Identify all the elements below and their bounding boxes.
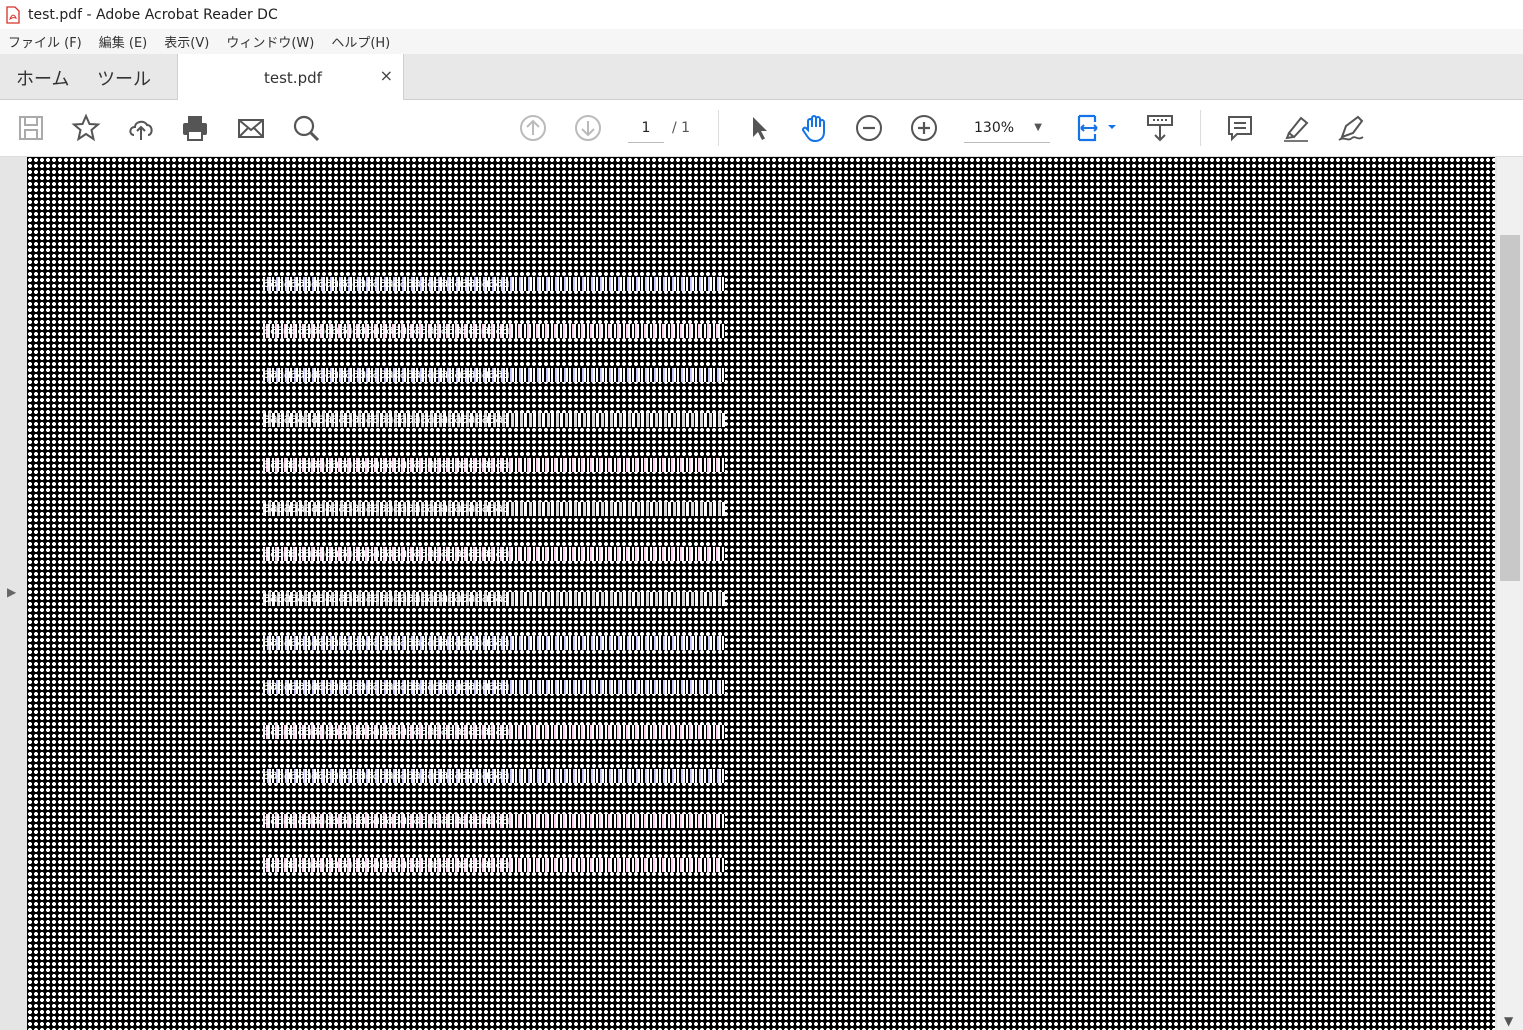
minus-circle-icon — [856, 115, 882, 141]
fill-sign-icon — [1338, 115, 1364, 141]
document-line: aaaaaaaaaaaaaaaaaaaaaaaaaaaaaaaaaaaa — [263, 636, 725, 650]
pdf-page[interactable]: aaaaaaaaaaaaaaaaaaaaaaaaaaaaaaaaaaaa aaa… — [27, 157, 1495, 1030]
chevron-down-icon: ▼ — [1034, 122, 1042, 133]
title-bar: test.pdf - Adobe Acrobat Reader DC — [0, 0, 1523, 29]
document-line: aaaaaaaaaaaaaaaaaaaaaaaaaaaaaaaaaaaa — [263, 458, 725, 472]
expand-left-panel-icon[interactable]: ▶ — [7, 585, 16, 599]
document-line: aaaaaaaaaaaaaaaaaaaaaaaaaaaaaaaaaaaa — [263, 814, 725, 828]
menu-edit[interactable]: 編集 (E) — [99, 32, 148, 51]
next-page-button[interactable] — [571, 111, 605, 145]
comment-icon — [1228, 116, 1252, 142]
tab-document[interactable]: test.pdf × — [177, 54, 404, 100]
window-title: test.pdf - Adobe Acrobat Reader DC — [28, 6, 278, 23]
tab-home[interactable]: ホーム — [16, 65, 69, 91]
scrollbar-thumb[interactable] — [1500, 235, 1520, 581]
save-button[interactable] — [14, 111, 48, 145]
toolbar: 1 / 1 130% ▼ — [0, 100, 1523, 157]
document-line: aaaaaaaaaaaaaaaaaaaaaaaaaaaaaaaaaaaa — [263, 368, 725, 382]
toolbar-divider — [718, 110, 719, 146]
previous-page-button[interactable] — [516, 111, 550, 145]
hand-icon — [802, 115, 825, 143]
document-line: aaaaaaaaaaaaaaaaaaaaaaaaaaaaaaaaaaaa — [263, 592, 725, 606]
page-total: / 1 — [672, 120, 691, 136]
tab-bar: ホーム ツール test.pdf × — [0, 54, 1523, 100]
document-viewer[interactable]: ▶ aaaaaaaaaaaaaaaaaaaaaaaaaaaaaaaaaaaa a… — [0, 157, 1523, 1030]
menu-view[interactable]: 表示(V) — [164, 32, 209, 51]
page-number-input[interactable]: 1 — [628, 114, 664, 143]
document-line: aaaaaaaaaaaaaaaaaaaaaaaaaaaaaaaaaaaa — [263, 547, 725, 561]
cursor-arrow-icon — [753, 117, 767, 140]
close-tab-icon[interactable]: × — [380, 66, 393, 85]
vertical-scrollbar[interactable]: ▼ — [1497, 157, 1523, 1030]
document-line: aaaaaaaaaaaaaaaaaaaaaaaaaaaaaaaaaaaa — [263, 725, 725, 739]
menu-bar: ファイル (F) 編集 (E) 表示(V) ウィンドウ(W) ヘルプ(H) — [0, 29, 1523, 54]
arrow-up-circle-icon — [520, 115, 546, 141]
printer-icon — [183, 116, 207, 141]
pdf-file-icon — [6, 5, 20, 24]
tab-tools[interactable]: ツール — [97, 65, 151, 91]
menu-help[interactable]: ヘルプ(H) — [331, 32, 390, 51]
zoom-in-button[interactable] — [907, 111, 941, 145]
bookmark-button[interactable] — [69, 111, 103, 145]
star-icon — [71, 113, 101, 142]
document-line: aaaaaaaaaaaaaaaaaaaaaaaaaaaaaaaaaaaa — [263, 769, 725, 783]
hand-tool-button[interactable] — [797, 111, 831, 145]
toolbar-divider — [1200, 110, 1201, 146]
document-line: aaaaaaaaaaaaaaaaaaaaaaaaaaaaaaaaaaaa — [263, 680, 725, 694]
plus-circle-icon — [911, 115, 937, 141]
document-line: aaaaaaaaaaaaaaaaaaaaaaaaaaaaaaaaaaaa — [263, 324, 725, 338]
document-line: aaaaaaaaaaaaaaaaaaaaaaaaaaaaaaaaaaaa — [263, 858, 725, 872]
zoom-select[interactable]: 130% ▼ — [964, 114, 1050, 143]
scroll-down-icon — [1147, 115, 1173, 142]
cloud-upload-icon — [129, 120, 153, 140]
envelope-icon — [238, 119, 264, 138]
document-line: aaaaaaaaaaaaaaaaaaaaaaaaaaaaaaaaaaaa — [263, 413, 725, 427]
email-button[interactable] — [234, 111, 268, 145]
upload-button[interactable] — [124, 111, 158, 145]
menu-file[interactable]: ファイル (F) — [8, 32, 82, 51]
highlighter-icon — [1284, 116, 1309, 142]
find-button[interactable] — [289, 111, 323, 145]
document-line: aaaaaaaaaaaaaaaaaaaaaaaaaaaaaaaaaaaa — [263, 277, 725, 291]
scroll-mode-button[interactable] — [1143, 111, 1177, 145]
fit-width-icon — [1077, 114, 1116, 142]
print-button[interactable] — [178, 111, 212, 145]
zoom-out-button[interactable] — [852, 111, 886, 145]
comment-button[interactable] — [1223, 111, 1257, 145]
sign-button[interactable] — [1334, 111, 1368, 145]
save-icon — [19, 116, 43, 140]
tab-document-label: test.pdf — [264, 69, 322, 87]
search-icon — [293, 115, 320, 142]
fit-page-button[interactable] — [1074, 111, 1120, 145]
menu-window[interactable]: ウィンドウ(W) — [226, 32, 314, 51]
zoom-value: 130% — [974, 120, 1015, 136]
highlight-button[interactable] — [1279, 111, 1313, 145]
document-line: aaaaaaaaaaaaaaaaaaaaaaaaaaaaaaaaaaaa — [263, 502, 725, 516]
select-tool-button[interactable] — [742, 111, 776, 145]
scroll-down-arrow-icon[interactable]: ▼ — [1504, 1014, 1513, 1028]
arrow-down-circle-icon — [575, 115, 601, 141]
